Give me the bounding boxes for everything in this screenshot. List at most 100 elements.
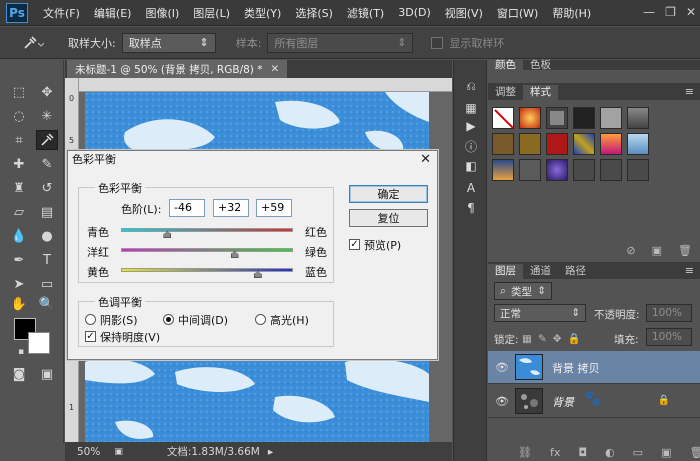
history-panel-icon[interactable]: ⎌ bbox=[462, 78, 480, 94]
menu-edit[interactable]: 编辑(E) bbox=[87, 5, 139, 21]
close-icon[interactable]: ✕ bbox=[420, 152, 431, 167]
menu-image[interactable]: 图像(I) bbox=[138, 5, 186, 21]
type-tool-icon[interactable]: T bbox=[36, 250, 58, 270]
style-swatch[interactable] bbox=[573, 133, 595, 155]
new-style-icon[interactable]: ▣ bbox=[652, 244, 662, 257]
menu-file[interactable]: 文件(F) bbox=[36, 5, 87, 21]
style-swatch[interactable] bbox=[546, 133, 568, 155]
restore-icon[interactable]: ❐ bbox=[665, 5, 676, 19]
close-tab-icon[interactable]: ✕ bbox=[270, 63, 279, 75]
ok-button[interactable]: 确定 bbox=[349, 185, 428, 203]
blur-tool-icon[interactable]: 💧 bbox=[8, 226, 30, 246]
tab-color[interactable]: 颜色 bbox=[488, 60, 523, 70]
clone-stamp-tool-icon[interactable]: ♜ bbox=[8, 178, 30, 198]
pen-tool-icon[interactable]: ✒ bbox=[8, 250, 30, 270]
style-swatch[interactable] bbox=[627, 159, 649, 181]
tab-paths[interactable]: 路径 bbox=[558, 264, 593, 279]
brush-tool-icon[interactable]: ✎ bbox=[36, 154, 58, 174]
style-swatch[interactable] bbox=[600, 159, 622, 181]
show-sampling-ring-checkbox[interactable] bbox=[431, 36, 444, 49]
style-swatch[interactable] bbox=[600, 107, 622, 129]
tab-layers[interactable]: 图层 bbox=[488, 264, 523, 279]
info-panel-icon[interactable]: ⓘ bbox=[462, 138, 480, 154]
eraser-tool-icon[interactable]: ▱ bbox=[8, 202, 30, 222]
fill-input[interactable]: 100% bbox=[646, 328, 692, 346]
magenta-green-slider-thumb[interactable] bbox=[230, 251, 239, 258]
rectangle-tool-icon[interactable]: ▭ bbox=[36, 274, 58, 294]
tab-adjustments[interactable]: 调整 bbox=[488, 85, 523, 100]
tab-swatches[interactable]: 色板 bbox=[523, 60, 558, 71]
level-input-cyan-red[interactable]: -46 bbox=[169, 199, 205, 217]
history-brush-tool-icon[interactable]: ↺ bbox=[36, 178, 58, 198]
menu-layer[interactable]: 图层(L) bbox=[186, 5, 237, 21]
menu-type[interactable]: 类型(Y) bbox=[237, 5, 288, 21]
zoom-level[interactable]: 50% bbox=[77, 446, 100, 458]
style-swatch[interactable] bbox=[492, 133, 514, 155]
lock-icons[interactable]: ▦✎✥🔒 bbox=[522, 332, 587, 345]
document-tab[interactable]: 未标题-1 @ 50% (背景 拷贝, RGB/8) * ✕ bbox=[67, 60, 288, 78]
style-swatch[interactable] bbox=[519, 133, 541, 155]
tab-channels[interactable]: 通道 bbox=[523, 264, 558, 279]
yellow-blue-slider-track[interactable] bbox=[121, 268, 293, 272]
panel-menu-icon[interactable]: ≡ bbox=[685, 85, 694, 98]
tab-styles[interactable]: 样式 bbox=[523, 85, 558, 100]
eye-icon[interactable]: 👁 bbox=[495, 395, 509, 408]
style-swatch[interactable] bbox=[573, 107, 595, 129]
menu-window[interactable]: 窗口(W) bbox=[490, 5, 545, 21]
radio-highlights[interactable] bbox=[255, 314, 266, 325]
eye-icon[interactable]: 👁 bbox=[495, 361, 509, 374]
delete-layer-icon[interactable]: 🗑 bbox=[689, 446, 700, 459]
layer-row-background-copy[interactable]: 👁 背景 拷贝 bbox=[488, 351, 700, 384]
layer-row-background[interactable]: 👁 背景 🐾 🔒 bbox=[488, 385, 700, 418]
style-swatch[interactable] bbox=[519, 107, 541, 129]
filter-kind-select[interactable]: ⌕ 类型 ⇕ bbox=[494, 282, 552, 300]
menu-3d[interactable]: 3D(D) bbox=[391, 6, 438, 19]
default-colors-icon[interactable]: ▪ bbox=[10, 342, 32, 362]
eyedropper-tool-icon[interactable] bbox=[36, 130, 58, 150]
preview-checkbox[interactable]: ✓ bbox=[349, 239, 360, 250]
layer-style-icon[interactable]: fx bbox=[550, 446, 560, 459]
status-preview-icon[interactable]: ▣ bbox=[114, 447, 123, 457]
style-swatch[interactable] bbox=[546, 107, 568, 129]
style-swatch[interactable] bbox=[627, 133, 649, 155]
layer-comps-icon[interactable]: ▦ bbox=[462, 100, 480, 116]
style-swatch[interactable] bbox=[492, 159, 514, 181]
path-selection-tool-icon[interactable]: ➤ bbox=[8, 274, 30, 294]
style-swatch[interactable] bbox=[627, 107, 649, 129]
actions-play-icon[interactable]: ▶ bbox=[462, 118, 480, 134]
magenta-green-slider-track[interactable] bbox=[121, 248, 293, 252]
yellow-blue-slider-thumb[interactable] bbox=[253, 271, 262, 278]
panel-menu-icon[interactable]: ≡ bbox=[685, 264, 694, 277]
swatch-icon[interactable]: ◧ bbox=[462, 158, 480, 174]
style-none[interactable] bbox=[492, 107, 514, 129]
new-group-icon[interactable]: ▭ bbox=[633, 446, 643, 459]
minimize-icon[interactable]: — bbox=[643, 5, 655, 19]
style-swatch[interactable] bbox=[600, 133, 622, 155]
menu-help[interactable]: 帮助(H) bbox=[545, 5, 598, 21]
radio-midtones[interactable] bbox=[163, 314, 174, 325]
sample-size-select[interactable]: 取样点 ⇕ bbox=[121, 32, 216, 53]
level-input-yellow-blue[interactable]: +59 bbox=[256, 199, 292, 217]
magic-wand-tool-icon[interactable]: ✳ bbox=[36, 106, 58, 126]
eyedropper-tool-preset-icon[interactable] bbox=[18, 32, 48, 54]
level-input-magenta-green[interactable]: +32 bbox=[213, 199, 249, 217]
zoom-tool-icon[interactable]: 🔍 bbox=[36, 294, 58, 314]
close-window-icon[interactable]: ✕ bbox=[686, 5, 696, 19]
style-swatch[interactable] bbox=[546, 159, 568, 181]
blend-mode-select[interactable]: 正常 ⇕ bbox=[494, 304, 586, 322]
quick-mask-icon[interactable]: ◙ bbox=[8, 364, 30, 384]
sample-select[interactable]: 所有图层 ⇕ bbox=[267, 32, 414, 53]
link-layers-icon[interactable]: ⛓ bbox=[518, 446, 532, 459]
dodge-tool-icon[interactable]: ● bbox=[36, 226, 58, 246]
gradient-tool-icon[interactable]: ▤ bbox=[36, 202, 58, 222]
delete-style-icon[interactable]: 🗑 bbox=[678, 244, 692, 257]
move-tool-icon[interactable]: ✥ bbox=[36, 82, 58, 102]
style-swatch[interactable] bbox=[519, 159, 541, 181]
lasso-tool-icon[interactable]: ◌ bbox=[8, 106, 30, 126]
paragraph-panel-icon[interactable]: ¶ bbox=[462, 200, 480, 216]
cyan-red-slider-thumb[interactable] bbox=[163, 231, 172, 238]
screen-mode-icon[interactable]: ▣ bbox=[36, 364, 58, 384]
radio-shadows[interactable] bbox=[85, 314, 96, 325]
style-swatch[interactable] bbox=[573, 159, 595, 181]
clear-style-icon[interactable]: ⊘ bbox=[626, 244, 635, 257]
